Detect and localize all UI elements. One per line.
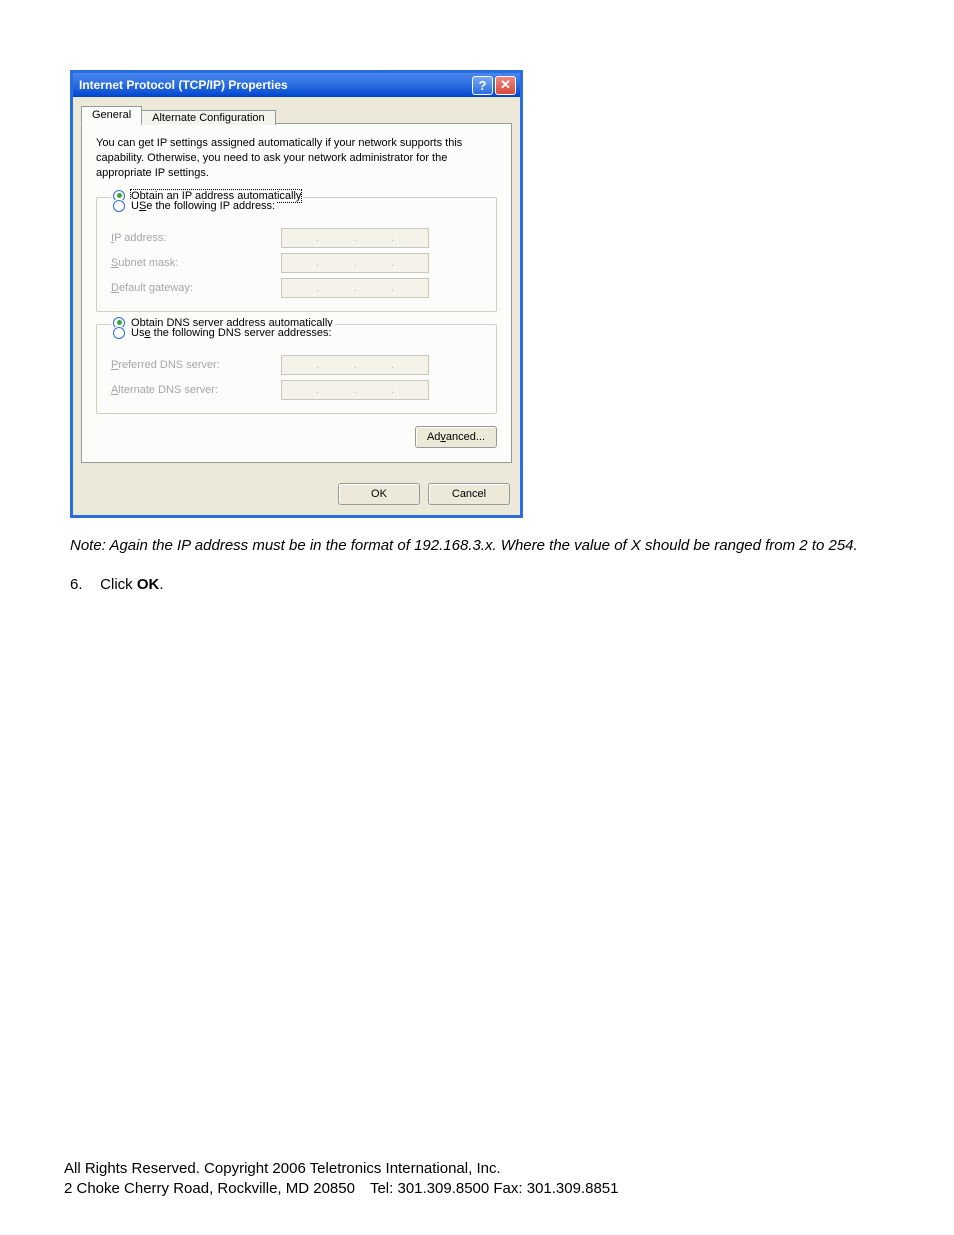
dialog-button-row: OK Cancel (73, 473, 520, 515)
footer-line-1: All Rights Reserved. Copyright 2006 Tele… (64, 1159, 619, 1179)
tab-alternate-configuration[interactable]: Alternate Configuration (141, 110, 276, 125)
subnet-mask-row: Subnet mask: ... (111, 253, 482, 273)
ok-button[interactable]: OK (338, 483, 420, 505)
preferred-dns-input[interactable]: ... (281, 355, 429, 375)
subnet-mask-label: Subnet mask: (111, 257, 281, 269)
dialog-title: Internet Protocol (TCP/IP) Properties (79, 78, 472, 92)
note-text: Note: Again the IP address must be in th… (70, 536, 890, 556)
radio-use-following-ip[interactable]: USe the following IP address: (111, 200, 277, 212)
intro-text: You can get IP settings assigned automat… (96, 136, 497, 181)
step-text-end: . (159, 576, 163, 593)
ip-address-input[interactable]: ... (281, 228, 429, 248)
step-number: 6. (70, 576, 96, 593)
alternate-dns-row: Alternate DNS server: ... (111, 380, 482, 400)
dialog-body: General Alternate Configuration You can … (73, 97, 520, 473)
radio-icon (113, 327, 125, 339)
page-footer: All Rights Reserved. Copyright 2006 Tele… (64, 1159, 619, 1200)
help-button[interactable]: ? (472, 76, 493, 95)
radio-icon (113, 200, 125, 212)
radio-use-following-dns[interactable]: Use the following DNS server addresses: (111, 327, 334, 339)
default-gateway-label: Default gateway: (111, 282, 281, 294)
alternate-dns-input[interactable]: ... (281, 380, 429, 400)
step-bold: OK (137, 576, 160, 593)
ip-address-label: IP address: (111, 232, 281, 244)
tab-general[interactable]: General (81, 106, 142, 124)
radio-label: Use the following DNS server addresses: (131, 327, 332, 339)
subnet-mask-input[interactable]: ... (281, 253, 429, 273)
step-text: Click (100, 576, 137, 593)
advanced-button[interactable]: Advanced... (415, 426, 497, 448)
titlebar[interactable]: Internet Protocol (TCP/IP) Properties ? … (73, 73, 520, 97)
preferred-dns-label: Preferred DNS server: (111, 359, 281, 371)
ip-address-group: Obtain an IP address automatically USe t… (96, 197, 497, 312)
dns-group: Obtain DNS server address automatically … (96, 324, 497, 414)
tab-panel-general: You can get IP settings assigned automat… (81, 123, 512, 463)
document-body: Note: Again the IP address must be in th… (70, 536, 890, 593)
tab-strip: General Alternate Configuration (81, 103, 512, 123)
step-6: 6. Click OK. (70, 576, 890, 593)
close-button[interactable]: ✕ (495, 76, 516, 95)
ip-address-row: IP address: ... (111, 228, 482, 248)
alternate-dns-label: Alternate DNS server: (111, 384, 281, 396)
default-gateway-row: Default gateway: ... (111, 278, 482, 298)
preferred-dns-row: Preferred DNS server: ... (111, 355, 482, 375)
cancel-button[interactable]: Cancel (428, 483, 510, 505)
radio-label: USe the following IP address: (131, 200, 275, 212)
tcpip-properties-dialog: Internet Protocol (TCP/IP) Properties ? … (70, 70, 523, 518)
default-gateway-input[interactable]: ... (281, 278, 429, 298)
footer-line-2: 2 Choke Cherry Road, Rockville, MD 20850… (64, 1179, 619, 1199)
